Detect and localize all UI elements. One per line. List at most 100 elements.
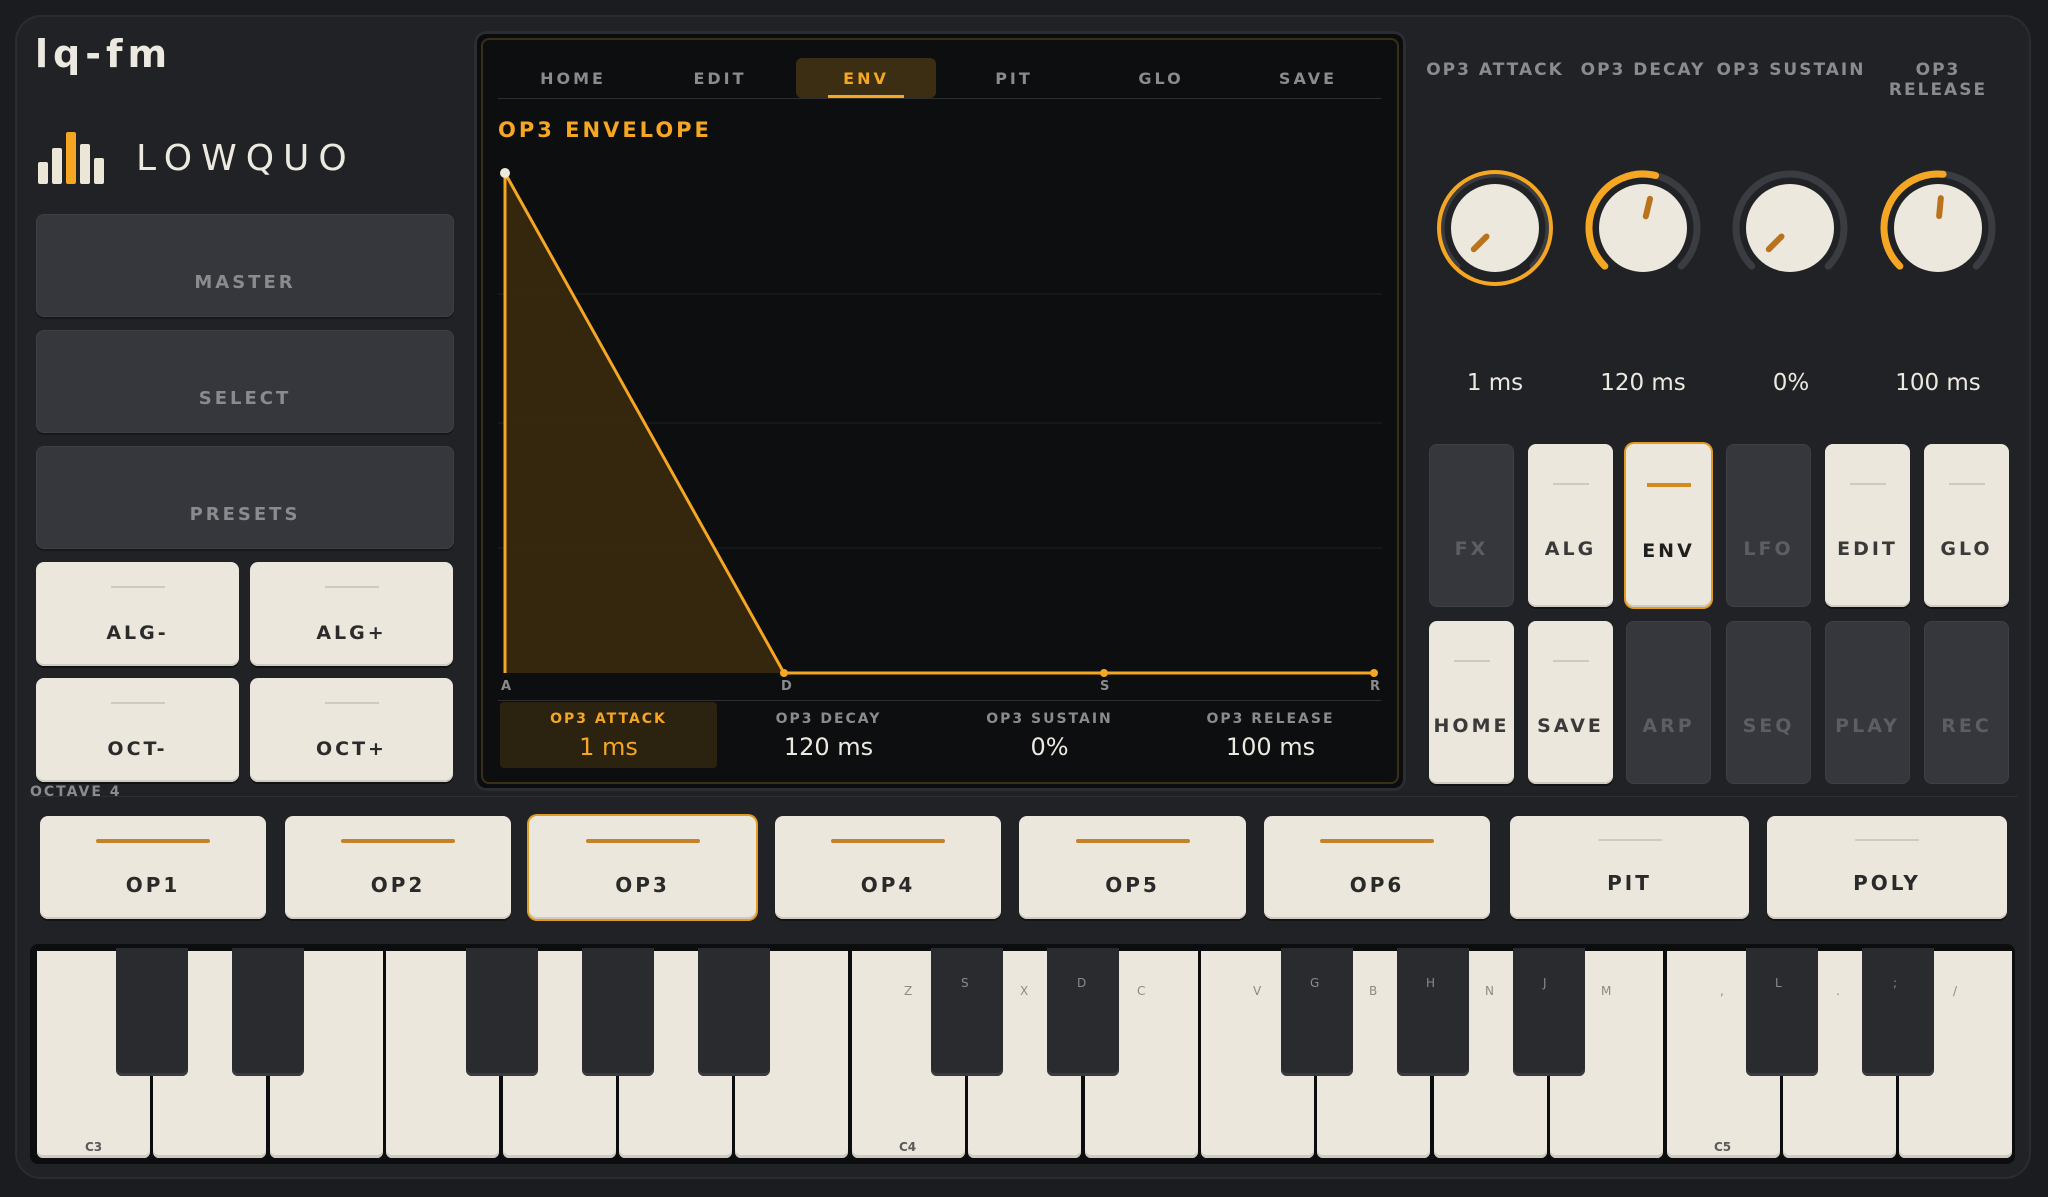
seq-pad[interactable]: SEQ (1726, 621, 1811, 784)
param-sustain[interactable]: OP3 SUSTAIN 0% (941, 702, 1158, 768)
black-key[interactable] (116, 948, 188, 1076)
tab-env[interactable]: ENV (796, 58, 936, 98)
tab-save[interactable]: SAVE (1238, 58, 1378, 98)
key-hint: ; (1893, 976, 1898, 990)
op-label: OP2 (370, 873, 426, 897)
point-label-r: R (1370, 679, 1381, 694)
black-key[interactable] (1862, 948, 1934, 1076)
key-hint: Z (904, 984, 913, 998)
black-key[interactable] (1513, 948, 1585, 1076)
pad-label: LFO (1743, 538, 1794, 560)
indicator (1850, 660, 1886, 662)
alg-pad[interactable]: ALG (1528, 444, 1613, 607)
indicator (1751, 660, 1787, 662)
release-point[interactable] (1370, 669, 1378, 677)
indicator (831, 839, 945, 843)
app-title: lq-fm (35, 32, 173, 76)
home-pad[interactable]: HOME (1429, 621, 1514, 784)
knob-body (1746, 184, 1834, 272)
oct-plus-button[interactable]: OCT+ (250, 678, 453, 782)
indicator (1552, 483, 1589, 485)
glo-pad[interactable]: GLO (1924, 444, 2009, 607)
pad-label: REC (1941, 715, 1992, 737)
oct-minus-label: OCT- (107, 738, 168, 760)
indicator (341, 839, 455, 843)
oct-plus-label: OCT+ (316, 738, 387, 760)
lfo-pad[interactable]: LFO (1726, 444, 1811, 607)
release-knob[interactable] (1876, 166, 2000, 290)
key-hint: V (1253, 984, 1262, 998)
attack-knob[interactable] (1433, 166, 1557, 290)
indicator (1552, 660, 1589, 662)
indicator (585, 839, 700, 843)
rec-pad[interactable]: REC (1924, 621, 2009, 784)
fx-pad[interactable]: FX (1429, 444, 1514, 607)
param-divider (498, 700, 1381, 701)
env-pad[interactable]: ENV (1626, 444, 1711, 607)
param-attack[interactable]: OP3 ATTACK 1 ms (500, 702, 717, 768)
black-key[interactable] (582, 948, 654, 1076)
param-decay[interactable]: OP3 DECAY 120 ms (720, 702, 937, 768)
black-key[interactable] (1397, 948, 1469, 1076)
bars-logo-icon (38, 132, 110, 184)
poly-button[interactable]: POLY (1767, 816, 2007, 919)
play-pad[interactable]: PLAY (1825, 621, 1910, 784)
arp-pad[interactable]: ARP (1626, 621, 1711, 784)
key-hint: S (961, 976, 969, 990)
pad-label: ENV (1642, 540, 1695, 562)
op1-button[interactable]: OP1 (40, 816, 266, 919)
envelope-title: OP3 ENVELOPE (498, 118, 712, 142)
param-release[interactable]: OP3 RELEASE 100 ms (1162, 702, 1379, 768)
black-key[interactable] (232, 948, 304, 1076)
indicator (1454, 483, 1490, 485)
knob-value-attack: 1 ms (1466, 370, 1524, 396)
indicator (1597, 839, 1662, 841)
attack-point[interactable] (500, 168, 510, 178)
sustain-knob[interactable] (1728, 166, 1852, 290)
tab-edit[interactable]: EDIT (650, 58, 790, 98)
param-name: OP3 SUSTAIN (986, 711, 1113, 727)
op5-button[interactable]: OP5 (1019, 816, 1246, 919)
tab-glo[interactable]: GLO (1091, 58, 1231, 98)
key-hint: L (1775, 976, 1782, 990)
edit-pad[interactable]: EDIT (1825, 444, 1910, 607)
op3-button[interactable]: OP3 (529, 816, 756, 919)
op-label: OP1 (125, 873, 181, 897)
key-hint: D (1077, 976, 1087, 990)
key-hint: B (1369, 984, 1378, 998)
presets-button[interactable]: PRESETS (36, 446, 454, 549)
op-label: PIT (1607, 871, 1652, 895)
black-key[interactable] (466, 948, 538, 1076)
op4-button[interactable]: OP4 (775, 816, 1001, 919)
sustain-point[interactable] (1100, 669, 1108, 677)
point-label-a: A (501, 679, 512, 694)
indicator (1948, 483, 1985, 485)
knob-pointer (1642, 195, 1654, 220)
black-key[interactable] (1047, 948, 1119, 1076)
tab-pit[interactable]: PIT (944, 58, 1084, 98)
black-key[interactable] (698, 948, 770, 1076)
decay-point[interactable] (780, 669, 788, 677)
select-button[interactable]: SELECT (36, 330, 454, 433)
black-key[interactable] (931, 948, 1003, 1076)
pit-button[interactable]: PIT (1510, 816, 1749, 919)
decay-knob[interactable] (1581, 166, 1705, 290)
envelope-graph[interactable] (498, 160, 1382, 700)
op2-button[interactable]: OP2 (285, 816, 511, 919)
black-key[interactable] (1281, 948, 1353, 1076)
pad-label: SAVE (1537, 715, 1604, 737)
save-pad[interactable]: SAVE (1528, 621, 1613, 784)
black-key[interactable] (1746, 948, 1818, 1076)
op-label: OP3 (615, 873, 670, 897)
indicator (1453, 660, 1490, 662)
op6-button[interactable]: OP6 (1264, 816, 1490, 919)
pad-label: ALG (1544, 538, 1597, 560)
pad-label: SEQ (1742, 715, 1795, 737)
alg-minus-label: ALG- (106, 622, 169, 644)
master-button[interactable]: MASTER (36, 214, 454, 317)
alg-plus-button[interactable]: ALG+ (250, 562, 453, 666)
key-hint: C (1137, 984, 1146, 998)
tab-home[interactable]: HOME (503, 58, 643, 98)
oct-minus-button[interactable]: OCT- (36, 678, 239, 782)
alg-minus-button[interactable]: ALG- (36, 562, 239, 666)
